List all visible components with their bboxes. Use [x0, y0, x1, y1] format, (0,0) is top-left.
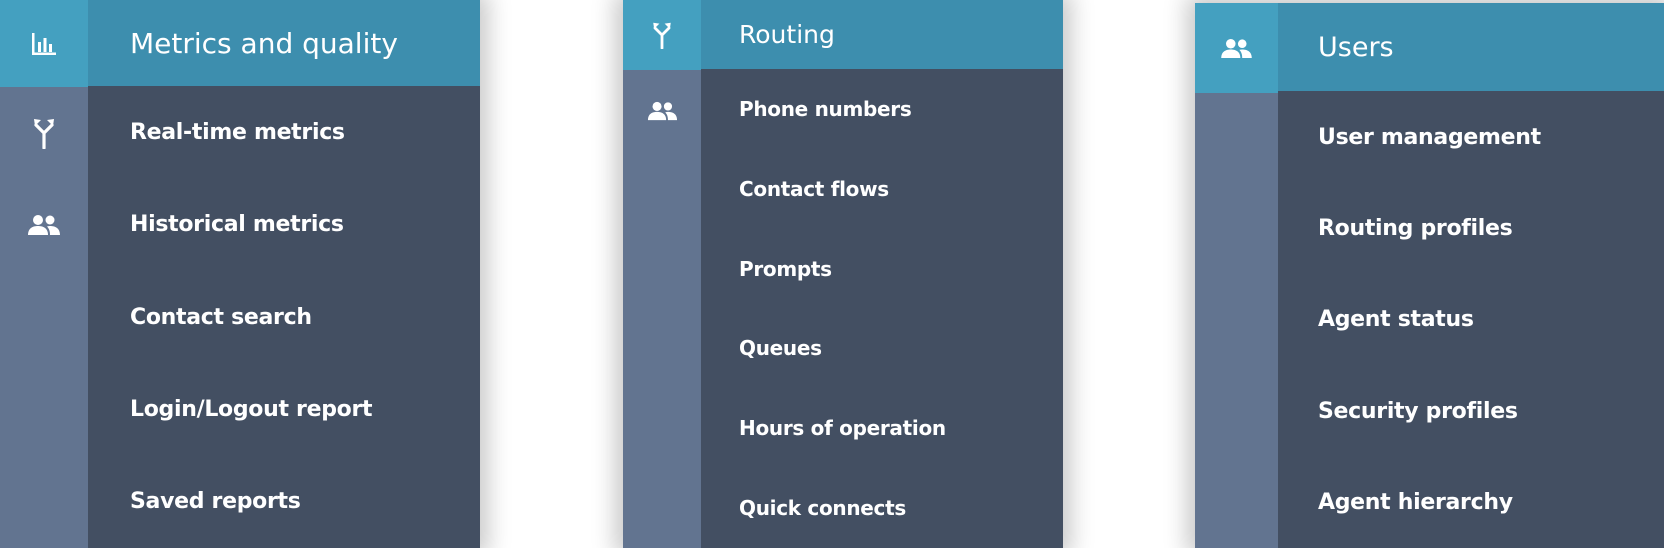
menu-item-user-management[interactable]: User management	[1278, 91, 1664, 182]
users-menu: Users User management Routing profiles A…	[1278, 3, 1664, 548]
users-icon	[647, 101, 677, 120]
menu-item-contact-flows[interactable]: Contact flows	[701, 149, 1063, 229]
routing-menu: Routing Phone numbers Contact flows Prom…	[701, 0, 1063, 548]
menu-item-hours-of-operation[interactable]: Hours of operation	[701, 388, 1063, 468]
menu-item-queues[interactable]: Queues	[701, 308, 1063, 388]
users-flyout: Users User management Routing profiles A…	[1195, 3, 1664, 548]
menu-item-contact-search[interactable]: Contact search	[88, 271, 480, 363]
nav-rail	[1195, 3, 1278, 548]
rail-item-users[interactable]	[0, 179, 88, 271]
users-icon	[1221, 38, 1252, 58]
menu-header-users[interactable]: Users	[1278, 3, 1664, 92]
menu-item-agent-status[interactable]: Agent status	[1278, 274, 1664, 365]
metrics-menu: Metrics and quality Real-time metrics Hi…	[88, 0, 480, 548]
menu-item-security-profiles[interactable]: Security profiles	[1278, 365, 1664, 456]
menu-item-real-time-metrics[interactable]: Real-time metrics	[88, 86, 480, 178]
menu-item-saved-reports[interactable]: Saved reports	[88, 456, 480, 548]
menu-header-metrics-and-quality[interactable]: Metrics and quality	[88, 0, 480, 87]
menu-item-prompts[interactable]: Prompts	[701, 229, 1063, 309]
rail-item-routing[interactable]	[623, 0, 701, 70]
rail-item-routing[interactable]	[0, 87, 88, 179]
rail-item-metrics[interactable]	[0, 0, 88, 87]
menu-item-routing-profiles[interactable]: Routing profiles	[1278, 183, 1664, 274]
menu-header-routing[interactable]: Routing	[701, 0, 1063, 69]
menu-item-agent-hierarchy[interactable]: Agent hierarchy	[1278, 457, 1664, 548]
routing-icon	[653, 22, 671, 49]
bar-chart-icon	[32, 32, 56, 55]
users-icon	[28, 215, 60, 235]
menu-item-login-logout-report[interactable]: Login/Logout report	[88, 363, 480, 455]
rail-item-users[interactable]	[623, 70, 701, 151]
menu-item-phone-numbers[interactable]: Phone numbers	[701, 69, 1063, 149]
routing-icon	[34, 119, 54, 149]
menu-item-quick-connects[interactable]: Quick connects	[701, 468, 1063, 548]
metrics-and-quality-flyout: Metrics and quality Real-time metrics Hi…	[0, 0, 480, 548]
routing-flyout: Routing Phone numbers Contact flows Prom…	[623, 0, 1063, 548]
menu-item-historical-metrics[interactable]: Historical metrics	[88, 179, 480, 271]
rail-item-users[interactable]	[1195, 3, 1278, 93]
nav-rail	[623, 0, 701, 548]
nav-rail	[0, 0, 88, 548]
